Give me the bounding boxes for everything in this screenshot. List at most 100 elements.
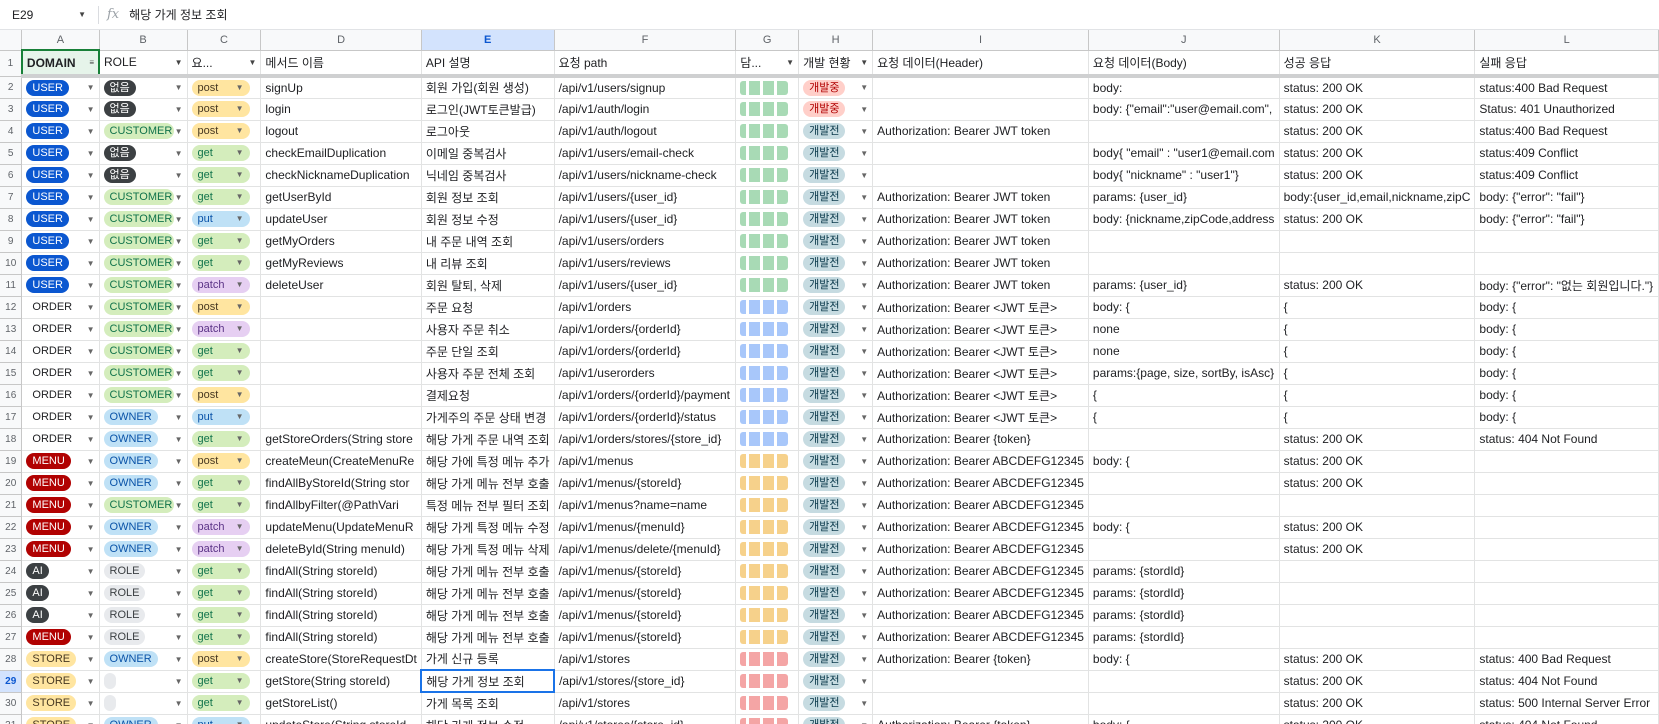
dev-status-chip[interactable]: 개발전	[803, 717, 846, 724]
domain-cell[interactable]: STORE ▼	[21, 648, 100, 671]
chevron-down-icon[interactable]: ▼	[87, 721, 95, 724]
domain-cell[interactable]: STORE ▼	[21, 670, 100, 693]
role-chip[interactable]: CUSTOMER	[103, 277, 174, 293]
method-cell[interactable]: post ▼	[187, 450, 262, 473]
chevron-down-icon[interactable]: ▼	[87, 325, 95, 334]
method-name-cell[interactable]: getStore(String storeId)	[260, 670, 422, 693]
role-cell[interactable]: ROLE ▼	[99, 582, 188, 605]
row-number[interactable]: 22	[0, 516, 23, 539]
method-name-cell[interactable]: updateMenu(UpdateMenuR	[260, 516, 422, 539]
method-chip[interactable]: put ▼	[191, 717, 250, 724]
domain-cell[interactable]: ORDER ▼	[21, 340, 100, 363]
row-number[interactable]: 20	[0, 472, 23, 495]
chevron-down-icon[interactable]: ▼	[860, 501, 868, 510]
method-chip[interactable]: get ▼	[191, 233, 250, 249]
method-chip[interactable]: post ▼	[191, 101, 250, 117]
request-path-cell[interactable]: /api/v1/users/reviews	[554, 252, 737, 275]
assignee-cell[interactable]	[735, 274, 800, 297]
chevron-down-icon[interactable]: ▼	[860, 699, 868, 708]
chevron-down-icon[interactable]: ▼	[860, 391, 868, 400]
request-path-cell[interactable]: /api/v1/orders	[554, 296, 737, 319]
dev-status-cell[interactable]: 개발전 ▼	[798, 692, 874, 715]
chevron-down-icon[interactable]: ▼	[175, 58, 183, 67]
dev-status-cell[interactable]: 개발전 ▼	[798, 516, 874, 539]
dev-status-chip[interactable]: 개발전	[803, 431, 846, 447]
chevron-down-icon[interactable]: ▼	[860, 589, 868, 598]
request-header-cell[interactable]	[872, 142, 1089, 165]
domain-chip[interactable]: ORDER	[26, 343, 78, 359]
chevron-down-icon[interactable]: ▼	[786, 58, 794, 67]
chevron-down-icon[interactable]: ▼	[175, 655, 183, 664]
domain-chip[interactable]: ORDER	[26, 387, 78, 403]
request-header-cell[interactable]: Authorization: Bearer JWT token	[872, 208, 1089, 231]
assignee-cell[interactable]	[735, 648, 800, 671]
method-cell[interactable]: patch ▼	[187, 516, 262, 539]
domain-chip[interactable]: MENU	[26, 453, 71, 469]
dev-status-chip[interactable]: 개발전	[803, 365, 846, 381]
dev-status-chip[interactable]: 개발중	[803, 79, 846, 96]
row-number[interactable]: 24	[0, 560, 23, 583]
domain-chip[interactable]: MENU	[26, 497, 71, 513]
column-header-a[interactable]: A	[21, 30, 100, 51]
assignee-cell[interactable]	[735, 186, 800, 209]
domain-cell[interactable]: MENU ▼	[21, 538, 100, 561]
success-response-cell[interactable]: status: 200 OK	[1279, 98, 1476, 121]
request-header-cell[interactable]: Authorization: Bearer JWT token	[872, 186, 1089, 209]
assignee-cell[interactable]	[735, 582, 800, 605]
request-path-cell[interactable]: /api/v1/menus/{storeId}	[554, 604, 737, 627]
dev-status-cell[interactable]: 개발전 ▼	[798, 538, 874, 561]
failure-response-cell[interactable]: status: 404 Not Found	[1474, 714, 1659, 724]
dev-status-cell[interactable]: 개발전 ▼	[798, 714, 874, 724]
method-name-cell[interactable]: findAll(String storeId)	[260, 560, 422, 583]
assignee-cell[interactable]	[735, 208, 800, 231]
dev-status-chip[interactable]: 개발전	[803, 123, 846, 139]
dev-status-chip[interactable]: 개발전	[803, 475, 846, 491]
chevron-down-icon[interactable]: ▼	[87, 457, 95, 466]
dev-status-chip[interactable]: 개발전	[803, 673, 846, 689]
chevron-down-icon[interactable]: ▼	[175, 281, 183, 290]
method-name-cell[interactable]: createMeun(CreateMenuRe	[260, 450, 422, 473]
domain-cell[interactable]: AI ▼	[21, 582, 100, 605]
request-path-cell[interactable]: /api/v1/users/orders	[554, 230, 737, 253]
failure-response-cell[interactable]: body: {	[1474, 362, 1659, 385]
header-cell[interactable]: DOMAIN ≡	[20, 49, 101, 78]
failure-response-cell[interactable]: status:400 Bad Request	[1474, 76, 1659, 99]
request-path-cell[interactable]: /api/v1/orders/stores/{store_id}	[554, 428, 737, 451]
failure-response-cell[interactable]: status:400 Bad Request	[1474, 120, 1659, 143]
domain-cell[interactable]: MENU ▼	[21, 494, 100, 517]
assignee-cell[interactable]	[735, 516, 800, 539]
chevron-down-icon[interactable]: ▼	[87, 105, 95, 114]
failure-response-cell[interactable]: body: {"error": "없는 회원입니다."}	[1474, 274, 1659, 297]
dev-status-cell[interactable]: 개발전 ▼	[798, 318, 874, 341]
chevron-down-icon[interactable]: ▼	[236, 387, 244, 403]
domain-cell[interactable]: ORDER ▼	[21, 318, 100, 341]
chevron-down-icon[interactable]: ▼	[87, 83, 95, 92]
chevron-down-icon[interactable]: ▼	[860, 237, 868, 246]
chevron-down-icon[interactable]: ▼	[236, 717, 244, 724]
dev-status-cell[interactable]: 개발전 ▼	[798, 494, 874, 517]
row-number[interactable]: 7	[0, 186, 23, 209]
failure-response-cell[interactable]: status:409 Conflict	[1474, 142, 1659, 165]
success-response-cell[interactable]: status: 200 OK	[1279, 120, 1476, 143]
domain-chip[interactable]: ORDER	[26, 365, 78, 381]
assignee-cell[interactable]	[735, 538, 800, 561]
chevron-down-icon[interactable]: ▼	[860, 413, 868, 422]
row-number[interactable]: 25	[0, 582, 23, 605]
dev-status-chip[interactable]: 개발전	[803, 211, 846, 227]
failure-response-cell[interactable]	[1474, 582, 1659, 605]
dev-status-chip[interactable]: 개발전	[803, 387, 846, 403]
dev-status-chip[interactable]: 개발중	[803, 101, 846, 117]
request-body-cell[interactable]: {	[1088, 384, 1280, 407]
role-chip[interactable]: OWNER	[103, 541, 158, 557]
method-chip[interactable]: get ▼	[191, 695, 250, 711]
filter-icon[interactable]: ≡	[89, 58, 94, 67]
chevron-down-icon[interactable]: ▼	[87, 545, 95, 554]
dev-status-chip[interactable]: 개발전	[803, 189, 846, 205]
method-name-cell[interactable]	[260, 384, 422, 407]
failure-response-cell[interactable]	[1474, 450, 1659, 473]
chevron-down-icon[interactable]: ▼	[236, 211, 244, 227]
chevron-down-icon[interactable]: ▼	[860, 567, 868, 576]
success-response-cell[interactable]: status: 200 OK	[1279, 428, 1476, 451]
chevron-down-icon[interactable]: ▼	[175, 435, 183, 444]
request-header-cell[interactable]: Authorization: Bearer <JWT 토큰>	[872, 318, 1089, 341]
